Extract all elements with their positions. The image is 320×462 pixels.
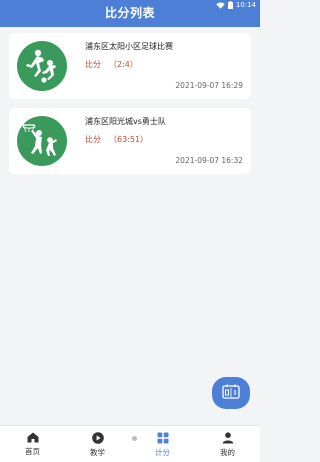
- soccer-players-icon: [17, 41, 67, 91]
- score-label: 比分: [85, 135, 101, 144]
- scoreboard-icon: [222, 384, 240, 403]
- tab-home[interactable]: 首页: [0, 426, 65, 462]
- match-name: 浦东区太阳小区足球比赛: [85, 42, 173, 51]
- home-icon: [27, 432, 39, 443]
- add-score-button[interactable]: [212, 377, 250, 409]
- tab-scoring[interactable]: 计分: [130, 426, 195, 462]
- play-circle-icon: [91, 432, 104, 444]
- score-label: 比分: [85, 60, 101, 69]
- tab-label: 首页: [25, 447, 40, 456]
- basketball-players-icon: [17, 116, 67, 166]
- tab-label: 我的: [220, 448, 235, 457]
- match-time: 2021-09-07 16:32: [175, 156, 243, 165]
- bottom-navigation: 首页 教学 计分 我的: [0, 425, 260, 462]
- user-icon: [222, 432, 234, 444]
- tab-teaching[interactable]: 教学: [65, 426, 130, 462]
- tab-label: 教学: [90, 448, 105, 457]
- status-time: 10:14: [235, 1, 256, 9]
- match-score: 比分 （2:4）: [85, 59, 138, 70]
- match-name: 浦东区阳光城vs勇士队: [85, 117, 166, 126]
- score-value: （2:4）: [109, 60, 138, 69]
- tab-label: 计分: [155, 448, 170, 457]
- grid-icon: [157, 432, 169, 444]
- status-bar: 10:14: [0, 0, 260, 12]
- match-time: 2021-09-07 16:29: [175, 81, 243, 90]
- match-score: 比分 （63:51）: [85, 134, 148, 145]
- battery-icon: [227, 1, 233, 9]
- tab-profile[interactable]: 我的: [195, 426, 260, 462]
- indicator-dot: [132, 436, 137, 441]
- score-value: （63:51）: [109, 135, 149, 144]
- match-card[interactable]: 浦东区太阳小区足球比赛 比分 （2:4） 2021-09-07 16:29: [9, 33, 251, 99]
- match-card[interactable]: 浦东区阳光城vs勇士队 比分 （63:51） 2021-09-07 16:32: [9, 108, 251, 174]
- wifi-icon: [216, 1, 225, 9]
